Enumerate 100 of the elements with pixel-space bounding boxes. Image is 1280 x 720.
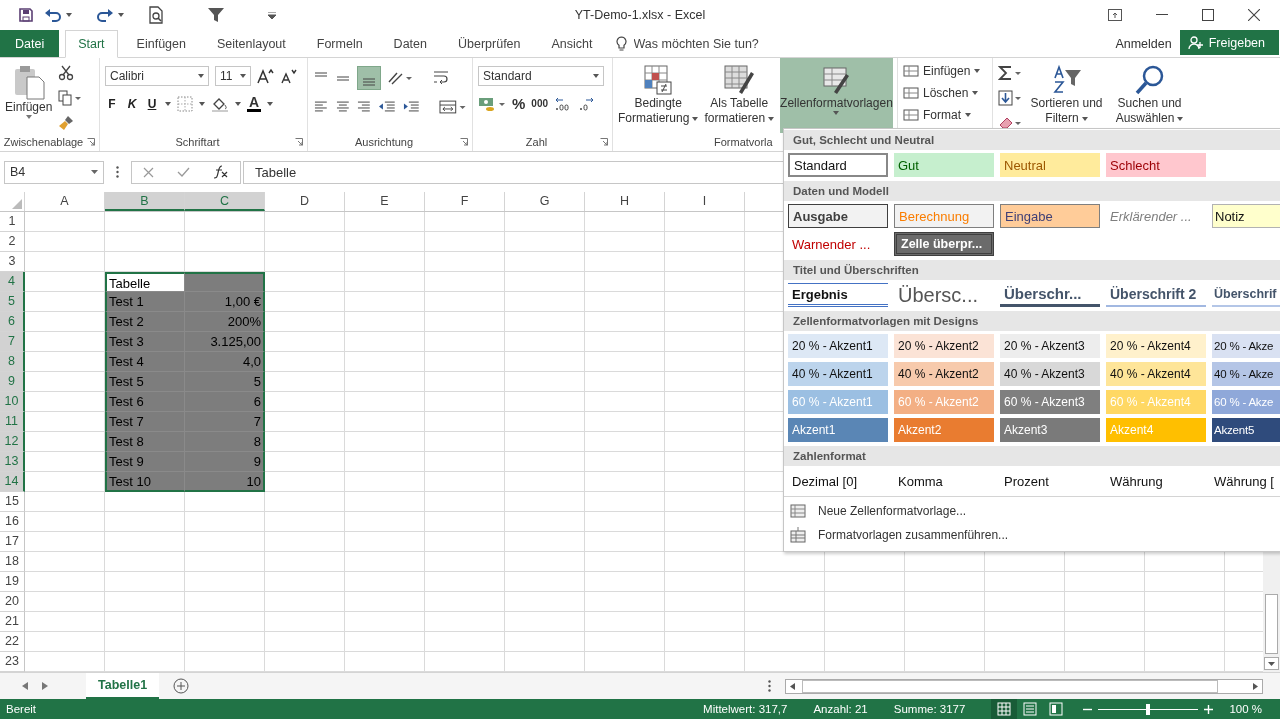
style-option[interactable]: Erklärender ... (1106, 204, 1206, 228)
style-option[interactable]: Eingabe (1000, 204, 1100, 228)
row-header[interactable]: 3 (0, 252, 25, 272)
merge-cells-icon[interactable] (439, 99, 467, 115)
splitter-icon[interactable] (768, 680, 771, 692)
style-option[interactable]: Prozent (1000, 469, 1100, 493)
format-as-table-button[interactable]: Als Tabelle formatieren (704, 62, 775, 133)
row-header[interactable]: 6 (0, 312, 25, 332)
style-option[interactable]: Akzent1 (788, 418, 888, 442)
ribbon-tab[interactable]: Ansicht (539, 30, 605, 57)
more-icon[interactable] (116, 166, 119, 178)
style-option[interactable]: Überschr... (1000, 283, 1100, 307)
ribbon-tab[interactable]: Daten (381, 30, 439, 57)
column-header[interactable]: H (585, 192, 665, 211)
caret-icon[interactable] (66, 13, 72, 17)
style-option[interactable]: Überschrift 2 (1106, 283, 1206, 307)
sheet-tab[interactable]: Tabelle1 (86, 673, 160, 699)
caret-icon[interactable] (199, 101, 205, 106)
style-option[interactable]: Überschrif (1212, 283, 1280, 307)
style-option[interactable]: Standard (788, 153, 888, 177)
row-header[interactable]: 5 (0, 292, 25, 312)
style-option[interactable]: Dezimal [0] (788, 469, 888, 493)
scroll-left-icon[interactable] (22, 682, 28, 690)
style-option[interactable]: 20 % - Akzent4 (1106, 334, 1206, 358)
style-option[interactable]: Gut (894, 153, 994, 177)
dialog-launcher-icon[interactable] (600, 138, 608, 146)
file-tab[interactable]: Datei (0, 30, 60, 57)
scissors-icon[interactable] (58, 65, 75, 81)
number-format-field[interactable]: Standard (478, 66, 604, 86)
column-header[interactable]: F (425, 192, 505, 211)
save-icon[interactable] (18, 7, 34, 23)
dialog-launcher-icon[interactable] (460, 138, 468, 146)
align-left-icon[interactable] (313, 99, 329, 115)
font-color-button[interactable]: A (247, 95, 262, 112)
caret-icon[interactable] (235, 101, 241, 106)
style-option[interactable]: Akzent5 (1212, 418, 1280, 442)
style-option[interactable]: 40 % - Akzent2 (894, 362, 994, 386)
brush-icon[interactable] (58, 115, 75, 131)
row-header[interactable]: 10 (0, 392, 25, 412)
minimize-icon[interactable] (1156, 14, 1168, 16)
caret-icon[interactable] (165, 101, 171, 106)
font-grow-icon[interactable] (257, 68, 275, 84)
filter-icon[interactable] (208, 7, 224, 23)
currency-icon[interactable] (478, 95, 506, 112)
customize-caret-icon[interactable] (268, 11, 276, 19)
fill-down-icon[interactable] (998, 90, 1022, 106)
row-header[interactable]: 23 (0, 652, 25, 672)
underline-button[interactable]: U (145, 96, 159, 111)
style-option[interactable]: Akzent3 (1000, 418, 1100, 442)
row-header[interactable]: 16 (0, 512, 25, 532)
style-option[interactable]: Notiz (1212, 204, 1280, 228)
style-option[interactable]: 20 % - Akzent3 (1000, 334, 1100, 358)
zoom-slider-thumb[interactable] (1146, 703, 1151, 715)
caret-icon[interactable] (267, 101, 274, 106)
menu-item[interactable]: Neue Zellenformatvorlage... (818, 504, 967, 518)
ribbon-tab[interactable]: Einfügen (124, 30, 198, 57)
row-header[interactable]: 4 (0, 272, 25, 292)
row-header[interactable]: 1 (0, 212, 25, 232)
row-header[interactable]: 12 (0, 432, 25, 452)
style-option[interactable]: 40 % - Akze (1212, 362, 1280, 386)
align-center-icon[interactable] (334, 99, 351, 115)
menu-item[interactable]: Formatvorlagen zusammenführen... (818, 528, 1009, 542)
ribbon-tab[interactable]: Start (65, 30, 118, 58)
style-option[interactable]: 20 % - Akze (1212, 334, 1280, 358)
font-size-field[interactable]: 11 (215, 66, 251, 86)
style-option[interactable]: Zelle überpr... (894, 232, 994, 256)
style-option[interactable]: 40 % - Akzent4 (1106, 362, 1206, 386)
name-box[interactable]: B4 (4, 160, 104, 184)
conditional-formatting-button[interactable]: Bedingte Formatierung (618, 62, 699, 133)
add-sheet-icon[interactable] (173, 678, 190, 694)
cells-menu-button[interactable]: Löschen (903, 83, 987, 102)
scrollbar-thumb[interactable] (1265, 594, 1278, 654)
thousands-button[interactable]: 000 (531, 98, 549, 109)
scroll-right-icon[interactable] (42, 682, 48, 690)
row-header[interactable]: 14 (0, 472, 25, 492)
font-name-field[interactable]: Calibri (105, 66, 209, 86)
normal-view-icon[interactable] (991, 699, 1018, 719)
row-header[interactable]: 7 (0, 332, 25, 352)
row-header[interactable]: 15 (0, 492, 25, 512)
row-header[interactable]: 11 (0, 412, 25, 432)
style-option[interactable]: 20 % - Akzent2 (894, 334, 994, 358)
ribbon-tab[interactable]: Seitenlayout (204, 30, 298, 57)
column-header[interactable]: I (665, 192, 745, 211)
autosum-icon[interactable] (998, 65, 1022, 81)
row-header[interactable]: 18 (0, 552, 25, 572)
maximize-icon[interactable] (1202, 9, 1214, 21)
style-option[interactable]: 40 % - Akzent1 (788, 362, 888, 386)
copy-icon[interactable] (58, 90, 83, 106)
tell-me-field[interactable]: Was möchten Sie tun? (631, 35, 776, 52)
check-icon[interactable] (177, 167, 190, 177)
align-right-icon[interactable] (356, 99, 373, 115)
redo-icon[interactable] (96, 8, 114, 22)
style-option[interactable]: 60 % - Akzent3 (1000, 390, 1100, 414)
column-header[interactable]: D (265, 192, 345, 211)
style-option[interactable]: Schlecht (1106, 153, 1206, 177)
caret-icon[interactable] (118, 13, 124, 17)
row-header[interactable]: 22 (0, 632, 25, 652)
row-header[interactable]: 19 (0, 572, 25, 592)
zoom-in-icon[interactable] (1204, 704, 1214, 714)
bold-button[interactable]: F (105, 96, 119, 111)
